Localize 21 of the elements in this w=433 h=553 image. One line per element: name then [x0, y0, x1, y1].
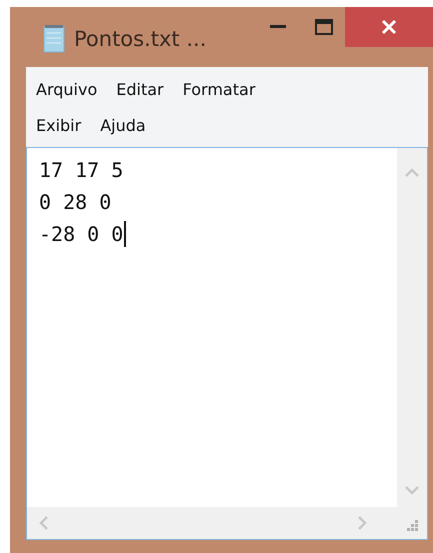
- menu-item[interactable]: Ajuda: [100, 116, 146, 134]
- text-area[interactable]: 17 17 5 0 28 0 -28 0 0: [26, 147, 428, 540]
- text-caret: [124, 221, 126, 247]
- close-button[interactable]: [345, 7, 433, 47]
- menu-item[interactable]: Editar: [116, 80, 164, 98]
- scroll-left-icon[interactable]: [39, 516, 48, 530]
- scroll-up-icon[interactable]: [405, 168, 419, 177]
- text-line: 17 17 5: [39, 158, 124, 182]
- resize-grip-icon[interactable]: [405, 518, 419, 532]
- menu-item[interactable]: Arquivo: [36, 80, 98, 98]
- menu-item[interactable]: Formatar: [182, 80, 256, 98]
- window-title: Pontos.txt ...: [74, 27, 208, 51]
- minimize-icon: [270, 25, 286, 29]
- scroll-right-icon[interactable]: [358, 516, 367, 530]
- close-icon: [381, 19, 397, 35]
- vertical-scrollbar[interactable]: [397, 148, 427, 507]
- text-line: 0 28 0: [39, 190, 112, 214]
- scroll-down-icon[interactable]: [405, 486, 419, 495]
- text-line: -28 0 0: [39, 222, 124, 246]
- maximize-icon: [315, 19, 333, 35]
- menu-item[interactable]: Exibir: [36, 116, 82, 134]
